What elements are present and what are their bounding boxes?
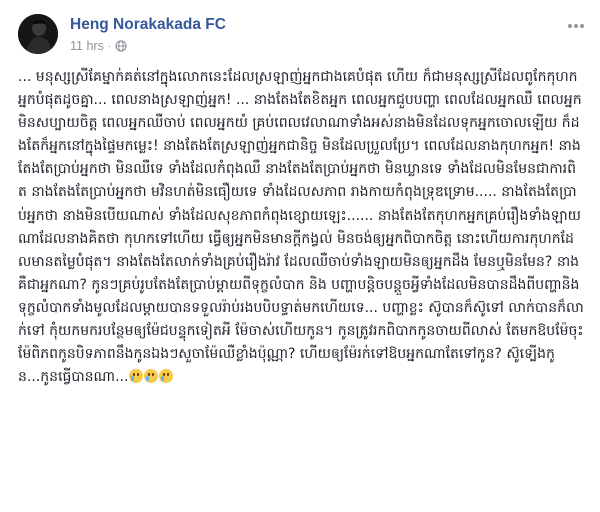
globe-icon (115, 40, 127, 52)
post-body: ... មនុស្សស្រីគែម្នាក់គត់នៅក្នុងលោកនេះដែ… (18, 66, 584, 389)
profile-avatar-icon[interactable] (18, 14, 58, 54)
post-header: Heng Norakakada FC 11 hrs · (0, 0, 600, 62)
post-meta: 11 hrs · (70, 39, 127, 53)
meta-separator: · (107, 40, 112, 52)
post-author-name[interactable]: Heng Norakakada FC (70, 16, 226, 34)
crying-face-emoji-icon (144, 369, 159, 384)
crying-face-emoji-icon (159, 369, 174, 384)
post-timestamp[interactable]: 11 hrs (70, 39, 104, 53)
more-options-icon[interactable] (566, 20, 586, 32)
post-text: ... មនុស្សស្រីគែម្នាក់គត់នៅក្នុងលោកនេះដែ… (18, 69, 584, 386)
crying-face-emoji-icon (129, 369, 144, 384)
